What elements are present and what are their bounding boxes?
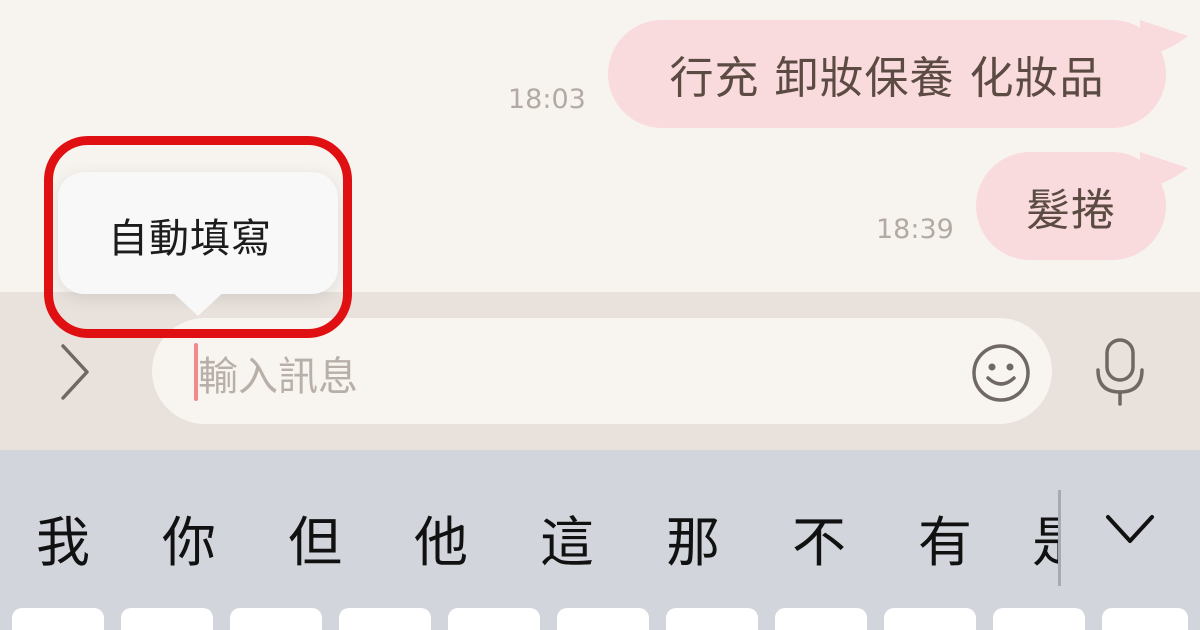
bubble-tail-1 <box>1140 20 1188 60</box>
microphone-icon[interactable] <box>1090 336 1150 408</box>
suggestion-2[interactable]: 你 <box>144 498 234 577</box>
keyboard-key-4[interactable] <box>339 608 431 630</box>
suggestion-6[interactable]: 那 <box>648 498 738 577</box>
keyboard-key-8[interactable] <box>775 608 867 630</box>
chevron-down-icon[interactable] <box>1100 505 1160 555</box>
bubble-tail-2 <box>1140 152 1188 192</box>
message-time-2: 18:39 <box>876 214 954 245</box>
smiley-icon[interactable] <box>970 342 1032 404</box>
suggestion-3[interactable]: 但 <box>270 498 360 577</box>
chevron-right-icon <box>61 344 89 400</box>
suggestion-9-text: 是 <box>1032 511 1060 570</box>
suggestion-5[interactable]: 這 <box>522 498 612 577</box>
suggestion-9[interactable]: 是 <box>1032 490 1060 570</box>
keyboard-key-5[interactable] <box>448 608 540 630</box>
suggestion-7[interactable]: 不 <box>774 498 864 577</box>
highlight-annotation <box>44 136 352 338</box>
suggestion-1[interactable]: 我 <box>18 498 108 577</box>
message-bubble-2[interactable]: 髮捲 <box>976 152 1166 260</box>
keyboard-key-9[interactable] <box>884 608 976 630</box>
suggestion-8[interactable]: 有 <box>900 498 990 577</box>
suggestion-4[interactable]: 他 <box>396 498 486 577</box>
keyboard-key-3[interactable] <box>230 608 322 630</box>
expand-button[interactable] <box>40 337 110 407</box>
keyboard-key-1[interactable] <box>12 608 104 630</box>
message-placeholder: 輸入訊息 <box>198 354 358 400</box>
message-text-1: 行充 卸妝保養 化妝品 <box>669 53 1105 104</box>
message-bubble-1[interactable]: 行充 卸妝保養 化妝品 <box>608 20 1166 128</box>
keyboard-key-6[interactable] <box>557 608 649 630</box>
keyboard-key-2[interactable] <box>121 608 213 630</box>
keyboard-key-10[interactable] <box>993 608 1085 630</box>
keyboard-key-11[interactable] <box>1102 608 1188 630</box>
message-text-2: 髮捲 <box>1026 185 1116 236</box>
keyboard-key-7[interactable] <box>666 608 758 630</box>
message-time-1: 18:03 <box>508 84 586 115</box>
suggestion-divider <box>1058 490 1061 586</box>
